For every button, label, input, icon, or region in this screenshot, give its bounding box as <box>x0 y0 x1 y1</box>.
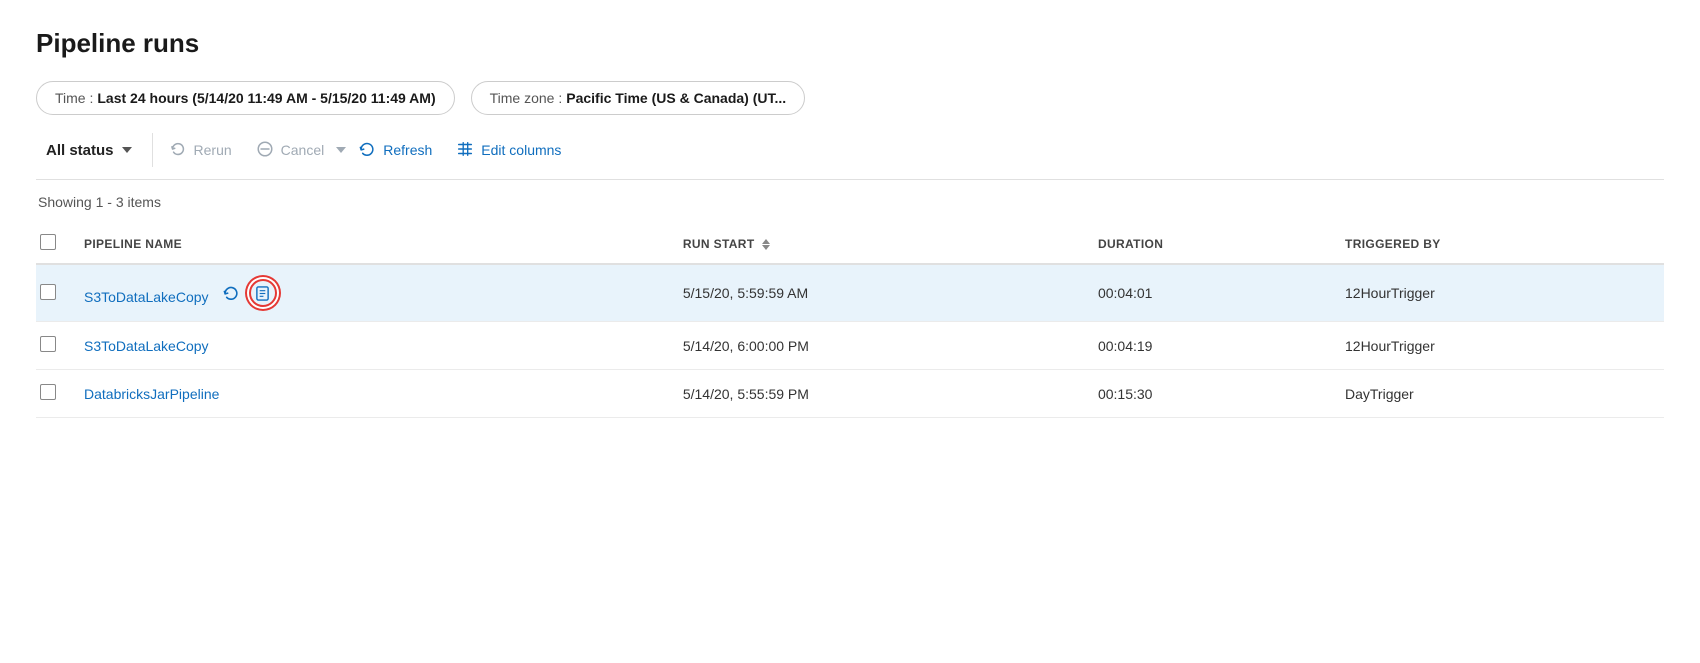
table-row: DatabricksJarPipeline 5/14/20, 5:55:59 PM… <box>36 370 1664 418</box>
rerun-icon <box>169 140 187 161</box>
row-rerun-button[interactable] <box>217 279 245 307</box>
row-checkbox-col <box>36 264 72 322</box>
cancel-button[interactable]: Cancel <box>244 134 337 167</box>
pipeline-name-link[interactable]: S3ToDataLakeCopy <box>84 289 209 305</box>
row-checkbox-col <box>36 322 72 370</box>
row-run-start: 5/14/20, 6:00:00 PM <box>671 322 1086 370</box>
row-run-start: 5/14/20, 5:55:59 PM <box>671 370 1086 418</box>
row-pipeline-name-cell: S3ToDataLakeCopy <box>72 322 671 370</box>
sort-icons[interactable] <box>762 239 770 250</box>
edit-columns-icon <box>456 140 474 161</box>
pipeline-name-link[interactable]: DatabricksJarPipeline <box>84 386 219 402</box>
edit-columns-button[interactable]: Edit columns <box>444 134 573 167</box>
cancel-button-group: Cancel <box>244 134 347 167</box>
row-checkbox[interactable] <box>40 336 56 352</box>
col-header-triggered-by: TRIGGERED BY <box>1333 224 1664 264</box>
col-header-duration: DURATION <box>1086 224 1333 264</box>
page-title: Pipeline runs <box>36 28 1664 59</box>
row-duration: 00:04:01 <box>1086 264 1333 322</box>
row-checkbox[interactable] <box>40 384 56 400</box>
cancel-label: Cancel <box>281 142 325 158</box>
time-filter-value: Last 24 hours (5/14/20 11:49 AM - 5/15/2… <box>97 90 435 106</box>
row-pipeline-name-cell: S3ToDataLakeCopy <box>72 264 671 322</box>
row-checkbox-col <box>36 370 72 418</box>
refresh-icon <box>358 140 376 161</box>
cancel-icon <box>256 140 274 161</box>
time-filter-label: Time : <box>55 90 93 106</box>
pipeline-actions <box>217 279 277 307</box>
cancel-chevron-icon[interactable] <box>336 147 346 153</box>
row-checkbox[interactable] <box>40 284 56 300</box>
sort-down-icon <box>762 245 770 250</box>
table-row: S3ToDataLakeCopy 5/14/20, 6:00:00 PM00:04… <box>36 322 1664 370</box>
page-container: Pipeline runs Time : Last 24 hours (5/14… <box>0 0 1700 663</box>
row-triggered-by: 12HourTrigger <box>1333 264 1664 322</box>
row-duration: 00:04:19 <box>1086 322 1333 370</box>
row-details-button[interactable] <box>249 279 277 307</box>
showing-label: Showing 1 - 3 items <box>36 194 1664 210</box>
edit-columns-label: Edit columns <box>481 142 561 158</box>
filter-bar: Time : Last 24 hours (5/14/20 11:49 AM -… <box>36 81 1664 115</box>
timezone-filter-value: Pacific Time (US & Canada) (UT... <box>566 90 786 106</box>
row-triggered-by: 12HourTrigger <box>1333 322 1664 370</box>
col-header-pipeline-name: PIPELINE NAME <box>72 224 671 264</box>
pipeline-name-link[interactable]: S3ToDataLakeCopy <box>84 338 209 354</box>
status-dropdown[interactable]: All status <box>36 136 142 165</box>
row-pipeline-name-cell: DatabricksJarPipeline <box>72 370 671 418</box>
select-all-checkbox[interactable] <box>40 234 56 250</box>
timezone-filter-pill[interactable]: Time zone : Pacific Time (US & Canada) (… <box>471 81 806 115</box>
refresh-label: Refresh <box>383 142 432 158</box>
time-filter-pill[interactable]: Time : Last 24 hours (5/14/20 11:49 AM -… <box>36 81 455 115</box>
row-triggered-by: DayTrigger <box>1333 370 1664 418</box>
chevron-down-icon <box>122 147 132 153</box>
row-duration: 00:15:30 <box>1086 370 1333 418</box>
pipeline-runs-table: PIPELINE NAME RUN START DURATION TRIGGER… <box>36 224 1664 418</box>
table-header-row: PIPELINE NAME RUN START DURATION TRIGGER… <box>36 224 1664 264</box>
sort-up-icon <box>762 239 770 244</box>
rerun-button[interactable]: Rerun <box>157 134 244 167</box>
rerun-label: Rerun <box>194 142 232 158</box>
status-dropdown-label: All status <box>46 142 114 159</box>
table-row: S3ToDataLakeCopy 5/15/20, 5:59:59 AM00:04… <box>36 264 1664 322</box>
toolbar: All status Rerun <box>36 133 1664 180</box>
toolbar-divider-1 <box>152 133 153 167</box>
refresh-button[interactable]: Refresh <box>346 134 444 167</box>
header-checkbox-col <box>36 224 72 264</box>
col-header-run-start: RUN START <box>671 224 1086 264</box>
row-run-start: 5/15/20, 5:59:59 AM <box>671 264 1086 322</box>
timezone-filter-label: Time zone : <box>490 90 563 106</box>
